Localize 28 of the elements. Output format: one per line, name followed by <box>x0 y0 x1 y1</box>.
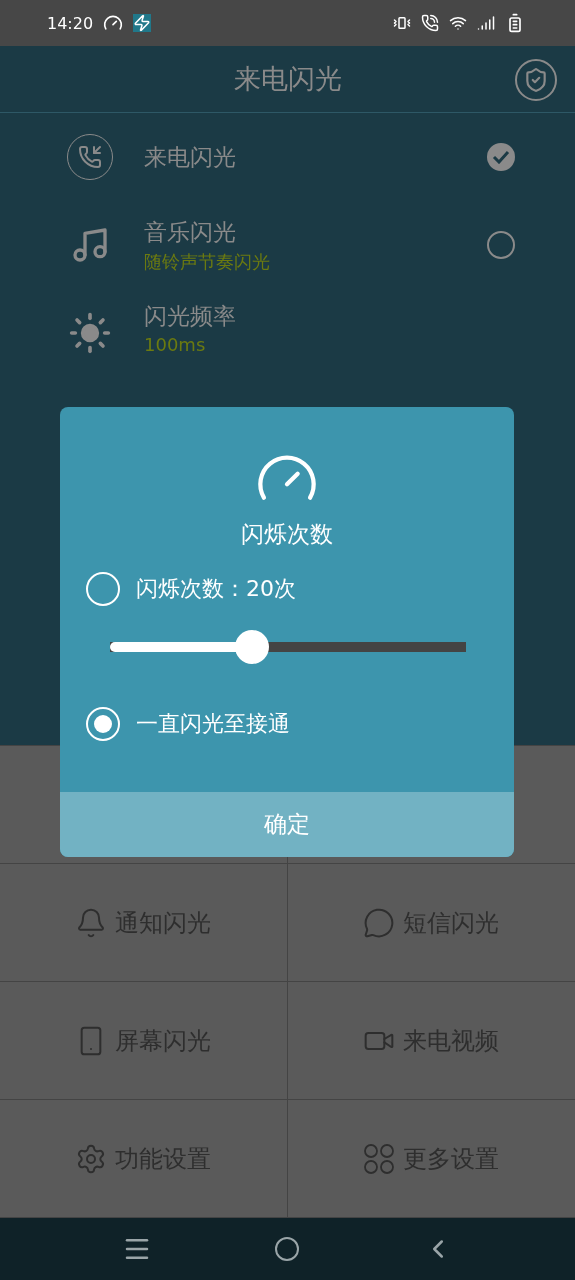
wifi-icon <box>449 14 467 32</box>
status-time: 14:20 <box>47 13 94 33</box>
signal-icon <box>477 14 495 32</box>
setting-title: 闪光频率 <box>144 302 237 331</box>
setting-title: 来电闪光 <box>144 142 237 172</box>
phone-call-icon <box>421 14 439 32</box>
radio-button[interactable] <box>86 707 120 741</box>
slider-thumb[interactable] <box>235 630 270 664</box>
shield-check-icon[interactable] <box>515 59 557 101</box>
unchecked-circle[interactable] <box>487 231 515 259</box>
option-label: 一直闪光至接通 <box>136 710 290 738</box>
chat-bubble-icon <box>363 906 396 939</box>
four-circles-icon <box>363 1142 396 1175</box>
radio-button[interactable] <box>86 572 120 606</box>
home-button[interactable] <box>275 1237 300 1261</box>
setting-value: 随铃声节奏闪光 <box>144 249 271 274</box>
setting-title: 音乐闪光 <box>144 217 237 247</box>
vibrate-icon <box>393 14 411 32</box>
setting-value: 100ms <box>144 334 207 355</box>
gauge-icon <box>103 13 124 33</box>
option-label: 闪烁次数：20次 <box>136 575 296 603</box>
confirm-button[interactable]: 确定 <box>60 792 514 857</box>
app-title: 来电闪光 <box>233 62 342 96</box>
checked-circle[interactable] <box>487 143 515 171</box>
lightning-icon <box>133 14 152 32</box>
dialog-title: 闪烁次数 <box>241 520 333 549</box>
sun-icon <box>68 311 112 355</box>
music-note-icon <box>70 225 110 265</box>
